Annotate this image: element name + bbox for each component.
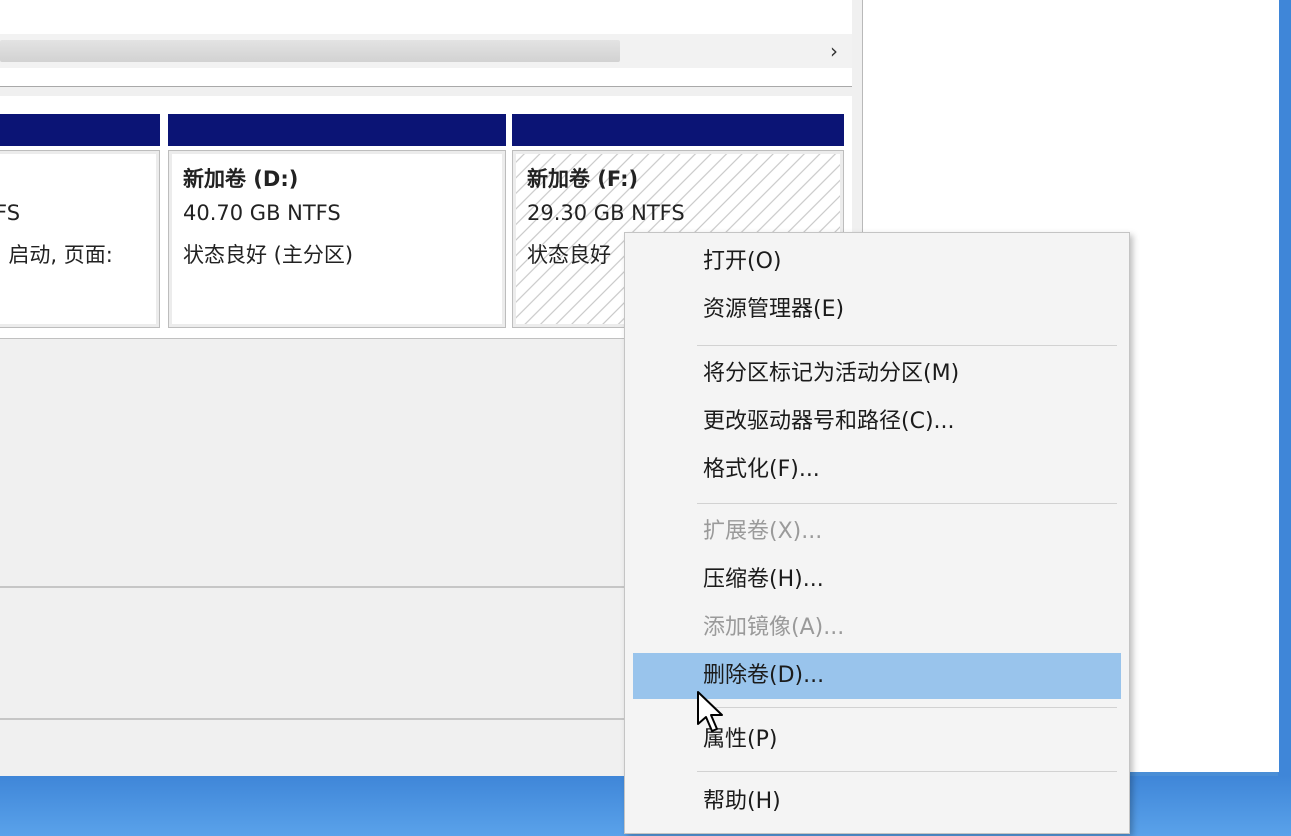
- partition-status: 状态良好 (主分区): [183, 243, 354, 267]
- partition-status: 状态良好: [527, 243, 611, 267]
- partition-d[interactable]: 新加卷 (D:) 40.70 GB NTFS 状态良好 (主分区): [168, 114, 506, 328]
- menu-item-add-mirror: 添加镜像(A)...: [703, 615, 845, 640]
- partition-size: 29.30 GB NTFS: [527, 201, 685, 225]
- menu-item-mark-active[interactable]: 将分区标记为活动分区(M): [633, 351, 1121, 397]
- scroll-right-icon[interactable]: ›: [822, 38, 846, 64]
- menu-separator: [697, 503, 1117, 504]
- partition-size: 40.70 GB NTFS: [183, 201, 341, 225]
- mouse-cursor-icon: [697, 691, 723, 732]
- menu-item-shrink-volume[interactable]: 压缩卷(H)...: [633, 557, 1121, 603]
- menu-item-open[interactable]: 打开(O): [633, 239, 1121, 285]
- partition-bar: [0, 114, 160, 146]
- menu-item-help[interactable]: 帮助(H): [633, 779, 1121, 825]
- partition-name: 新加卷 (F:): [527, 167, 639, 191]
- partition-size: FS: [0, 201, 21, 225]
- horizontal-scrollbar[interactable]: ›: [0, 34, 852, 68]
- menu-separator: [697, 345, 1117, 346]
- desktop-edge: [1278, 0, 1291, 776]
- context-menu: 打开(O) 资源管理器(E) 将分区标记为活动分区(M) 更改驱动器号和路径(C…: [624, 232, 1130, 834]
- partition-box[interactable]: 新加卷 (D:) 40.70 GB NTFS 状态良好 (主分区): [168, 150, 506, 328]
- partition-status: , 启动, 页面:: [0, 243, 113, 267]
- menu-item-explorer[interactable]: 资源管理器(E): [633, 287, 1121, 333]
- menu-item-format[interactable]: 格式化(F)...: [633, 447, 1121, 493]
- partition-bar: [512, 114, 844, 146]
- partition-box[interactable]: FS , 启动, 页面:: [0, 150, 160, 328]
- partition-bar: [168, 114, 506, 146]
- partition-name: 新加卷 (D:): [183, 167, 299, 191]
- volume-list-pane: ›: [0, 0, 852, 87]
- scrollbar-thumb[interactable]: [0, 40, 620, 62]
- menu-separator: [697, 707, 1117, 708]
- menu-item-change-drive-letter[interactable]: 更改驱动器号和路径(C)...: [633, 399, 1121, 445]
- menu-item-extend-volume: 扩展卷(X)...: [703, 519, 823, 544]
- partition-c[interactable]: FS , 启动, 页面:: [0, 114, 160, 328]
- menu-separator: [697, 771, 1117, 772]
